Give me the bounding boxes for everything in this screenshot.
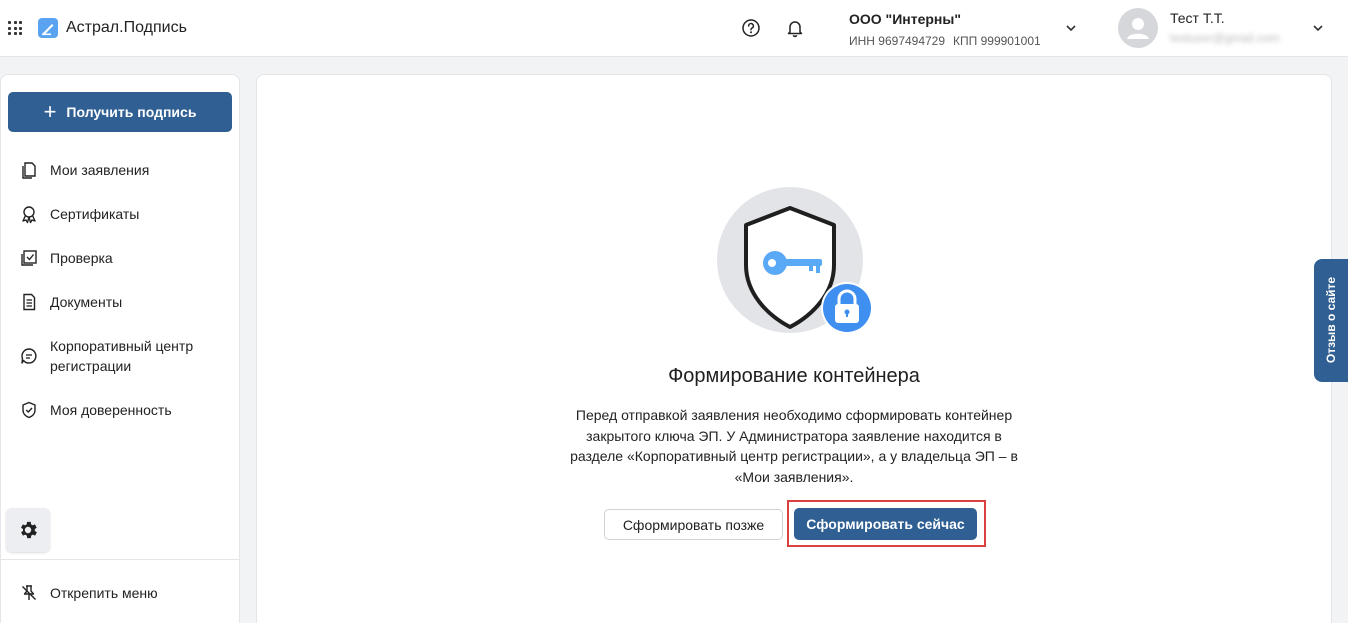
key-container-illustration (717, 187, 873, 334)
page-title: Формирование контейнера (668, 365, 920, 387)
sidebar-item-label: Сертификаты (50, 206, 140, 222)
unpin-menu-label: Открепить меню (50, 585, 158, 601)
unpin-menu-button[interactable]: Открепить меню (19, 583, 158, 603)
check-icon (21, 250, 37, 266)
sidebar-item-documents[interactable]: Документы (19, 292, 229, 312)
chat-icon (21, 348, 37, 364)
user-email: testuser@gmail.com (1170, 31, 1280, 45)
sidebar-item-label: Моя доверенность (50, 402, 172, 418)
document-icon (23, 293, 36, 311)
bell-icon[interactable] (785, 18, 805, 38)
chevron-down-icon (1313, 25, 1323, 32)
org-details: ИНН 9697494729 КПП 999901001 (849, 34, 1041, 48)
sidebar-item-label: Мои заявления (50, 162, 150, 178)
top-header: Астрал.Подпись ООО "Интерны" ИНН 9697494… (0, 0, 1348, 57)
certificate-icon (22, 206, 36, 224)
user-name: Тест Т.Т. (1170, 10, 1225, 26)
organization-selector[interactable]: ООО "Интерны" ИНН 9697494729 КПП 99990100… (849, 11, 1079, 51)
documents-icon (22, 162, 36, 179)
sidebar-item-certificates[interactable]: Сертификаты (19, 204, 229, 224)
unpin-icon (22, 585, 36, 600)
shield-check-icon (22, 401, 36, 419)
sidebar-item-my-applications[interactable]: Мои заявления (19, 160, 229, 180)
get-signature-label: Получить подпись (66, 104, 197, 120)
user-icon (1127, 18, 1149, 39)
feedback-label: Отзыв о сайте (1324, 276, 1338, 364)
help-icon[interactable] (741, 18, 761, 38)
app-title: Астрал.Подпись (66, 19, 187, 36)
apps-grid-icon[interactable] (8, 21, 22, 35)
page-description: Перед отправкой заявления необходимо сфо… (570, 407, 1018, 485)
lock-icon (821, 282, 873, 334)
create-later-button[interactable]: Сформировать позже (604, 509, 783, 540)
sidebar-item-label: Проверка (50, 250, 113, 266)
sidebar-item-label: Корпоративный центр регистрации (50, 338, 194, 374)
feedback-tab[interactable]: Отзыв о сайте (1314, 259, 1348, 382)
avatar (1118, 8, 1158, 48)
sidebar-item-corporate-center[interactable]: Корпоративный центр регистрации (19, 336, 229, 376)
org-kpp: КПП 999901001 (953, 34, 1041, 48)
sidebar-item-my-power-of-attorney[interactable]: Моя доверенность (19, 400, 229, 420)
settings-button[interactable] (6, 508, 50, 552)
get-signature-button[interactable]: + Получить подпись (8, 92, 232, 132)
gear-icon (21, 521, 37, 539)
sidebar-item-verification[interactable]: Проверка (19, 248, 229, 268)
plus-icon: + (43, 99, 57, 124)
user-menu[interactable]: Тест Т.Т. testuser@gmail.com (1118, 8, 1333, 50)
org-name: ООО "Интерны" (849, 11, 961, 27)
chevron-down-icon (1066, 25, 1076, 32)
astral-logo-icon (38, 18, 58, 38)
sidebar-item-label: Документы (50, 294, 123, 310)
sidebar-divider (1, 559, 239, 560)
sidebar: + Получить подпись Мои заявления Сертифи… (0, 74, 240, 623)
org-inn: ИНН 9697494729 (849, 34, 946, 48)
main-panel: Формирование контейнера Перед отправкой … (256, 74, 1332, 623)
create-now-button[interactable]: Сформировать сейчас (794, 508, 977, 540)
